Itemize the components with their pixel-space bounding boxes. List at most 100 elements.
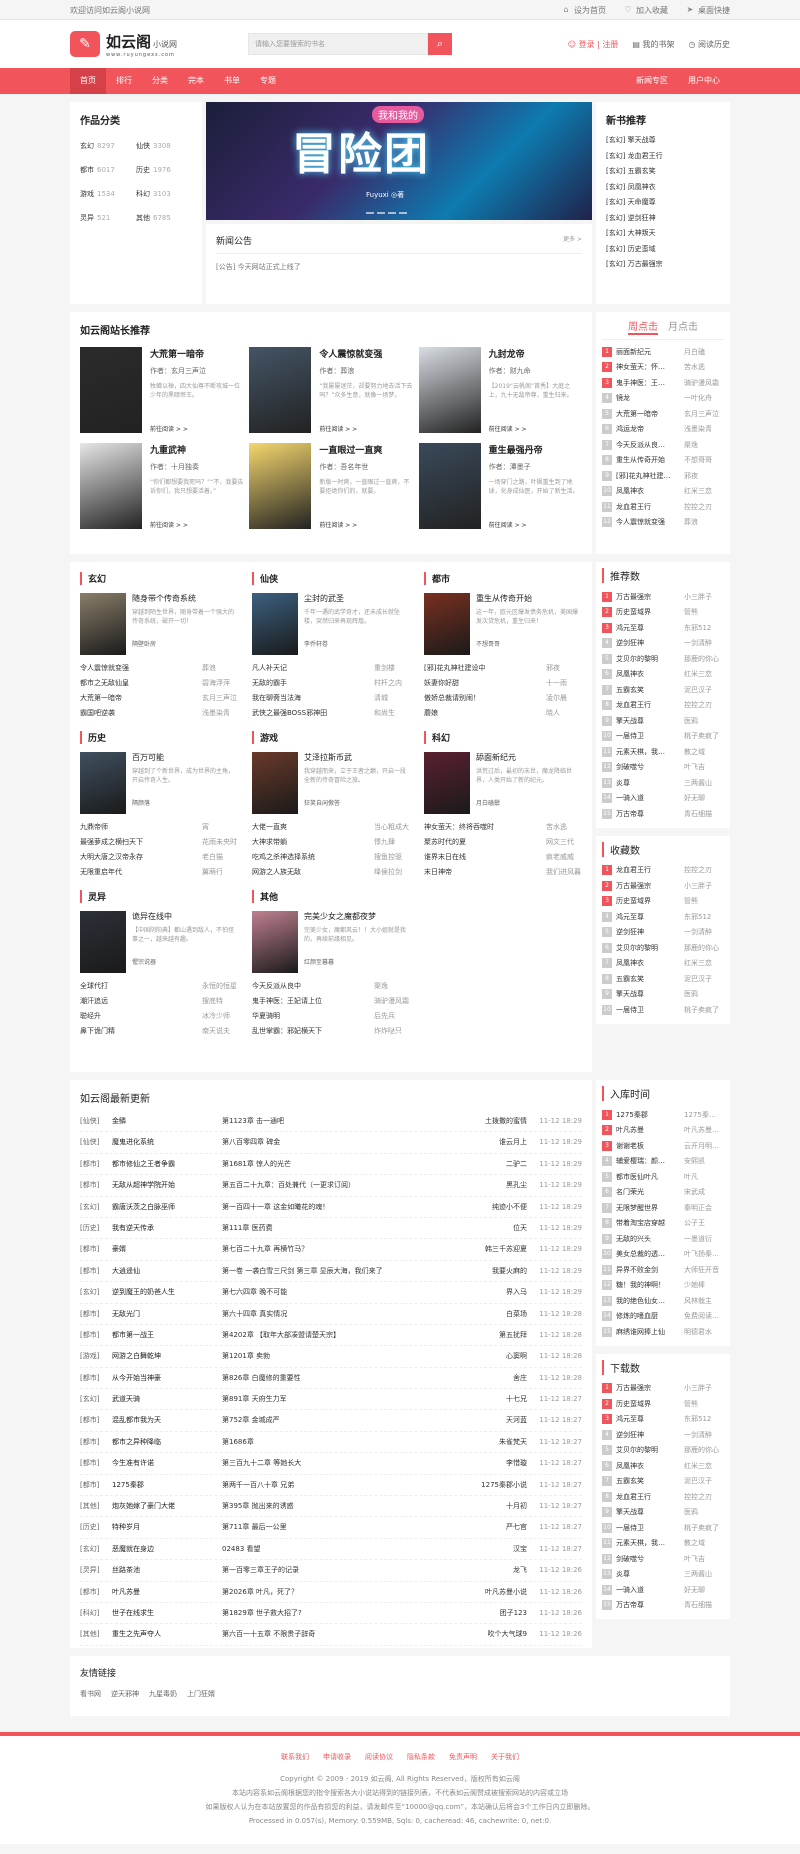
rank-book-name[interactable]: 万古最强宗 <box>616 1383 684 1393</box>
rank-item[interactable]: 11 元素天棋，我… 教之域 <box>602 1536 724 1552</box>
book-cover[interactable] <box>80 911 126 973</box>
list-book-name[interactable]: 无敌的霸手 <box>252 676 287 691</box>
update-book-name[interactable]: 魔鬼进化系统 <box>112 1132 222 1152</box>
list-item[interactable]: 大明大唐之汉帝永存 老白猫 <box>80 850 238 865</box>
update-book-name[interactable]: 混乱都市我为天 <box>112 1410 222 1430</box>
update-chapter[interactable]: 第六十四章 真实情况 <box>222 1304 457 1324</box>
recommend-book[interactable]: 九封龙帝 作者：财九命 【2019“云帆阁”首秀】大庭之上，九十无敌帝尊，重生归来。… <box>418 347 582 433</box>
featured-book-title[interactable]: 百万可能 <box>132 752 238 763</box>
favorite-link[interactable]: ♡ 加入收藏 <box>624 5 668 16</box>
rank-item[interactable]: 11 元素天棋，我… 教之域 <box>602 744 724 760</box>
update-chapter[interactable]: 第一卷 一袭白雪三尺剑 第三章 显辰大海，我们来了 <box>222 1261 457 1281</box>
category-item[interactable]: 灵异 521 <box>80 213 136 223</box>
rank-item[interactable]: 15 万古帝尊 青石细描 <box>602 1598 724 1614</box>
rank-book-name[interactable]: 凤凰神衣 <box>616 669 684 679</box>
new-book-item[interactable]: [玄幻] 逆剑狂神 <box>606 211 720 227</box>
news-more-link[interactable]: 更多 > <box>563 234 582 247</box>
rank-book-name[interactable]: 艾贝尔的黎明 <box>616 654 684 664</box>
nav-news[interactable]: 新闻专区 <box>626 68 678 94</box>
rank-book-name[interactable]: 龙血君王行 <box>616 700 684 710</box>
list-book-name[interactable]: 都市之无敌仙皇 <box>80 676 129 691</box>
book-title[interactable]: 九重武神 <box>150 443 243 456</box>
rank-item[interactable]: 1 万古最强宗 小三胖子 <box>602 1381 724 1397</box>
rank-book-name[interactable]: 剑破噬兮 <box>616 762 684 772</box>
rank-item[interactable]: 5 艾贝尔的黎明 那鹿的你心 <box>602 651 724 667</box>
read-link[interactable]: 前往阅读 > > <box>150 424 243 433</box>
book-cover[interactable] <box>80 752 126 814</box>
update-chapter[interactable]: 第七百二十九章 再横竹马？ <box>222 1239 457 1259</box>
list-book-name[interactable]: 霸国吧逆袭 <box>80 706 115 721</box>
rank-item[interactable]: 5 逆剑狂神 一剑清醉 <box>602 925 724 941</box>
rank-book-name[interactable]: 凤凰神衣 <box>616 486 684 496</box>
section-featured-book[interactable]: 重生从传奇开始 这一年，欧元区爆发债务危机，美国爆发次贷危机，重生归来！ 不想哥哥 <box>424 593 582 655</box>
list-item[interactable]: 聪经升 冰冷少师 <box>80 1009 238 1024</box>
rank-item[interactable]: 12 今人震惊就变强 葬浪 <box>602 515 724 531</box>
book-cover[interactable] <box>252 911 298 973</box>
featured-book-title[interactable]: 随身带个传奇系统 <box>132 593 238 604</box>
read-link[interactable]: 前往阅读 > > <box>150 520 243 529</box>
rank-item[interactable]: 4 逆剑狂神 一剑清醉 <box>602 1427 724 1443</box>
section-title[interactable]: 游戏 <box>252 731 410 744</box>
category-item[interactable]: 游戏 1534 <box>80 189 136 199</box>
section-title[interactable]: 都市 <box>424 572 582 585</box>
rank-item[interactable]: 4 辅爱樱瑞：颜… 安熙凯 <box>602 1154 724 1170</box>
list-item[interactable]: 霸国吧逆袭 浅墨染青 <box>80 706 238 721</box>
rank-item[interactable]: 11 异界不败金剑 大师狂开音 <box>602 1262 724 1278</box>
list-item[interactable]: 今天反派从良中 渠逸 <box>252 979 410 994</box>
rank-item[interactable]: 9 擎天战尊 医鸦 <box>602 987 724 1003</box>
rank-item[interactable]: 3 鬼手神医：王… 骑驴漫风霜 <box>602 375 724 391</box>
rank-book-name[interactable]: 擎天战尊 <box>616 1507 684 1517</box>
rank-item[interactable]: 2 历史蛮域界 管熊 <box>602 1396 724 1412</box>
list-book-name[interactable]: 乱世掌霸：邪妃横天下 <box>252 1024 322 1039</box>
nav-topics[interactable]: 专题 <box>250 68 286 94</box>
read-link[interactable]: 前往阅读 > > <box>489 424 582 433</box>
rank-book-name[interactable]: 一骑入道 <box>616 1585 684 1595</box>
search-button[interactable]: ⌕ <box>428 33 452 55</box>
rank-item[interactable]: 6 鸿运龙帝 浅墨染青 <box>602 422 724 438</box>
section-title[interactable]: 历史 <box>80 731 238 744</box>
rank-item[interactable]: 6 名门荣光 宋武成 <box>602 1185 724 1201</box>
rank-book-name[interactable]: 鸿元至尊 <box>616 912 684 922</box>
rank-item[interactable]: 9 擎天战尊 医鸦 <box>602 1505 724 1521</box>
list-book-name[interactable]: 网游之人族无敌 <box>252 865 301 880</box>
footer-link[interactable]: 联系我们 <box>281 1752 309 1762</box>
rank-book-name[interactable]: 龙血君王行 <box>616 1492 684 1502</box>
list-book-name[interactable]: 无限重启年代 <box>80 865 122 880</box>
list-book-name[interactable]: 九鼎帝师 <box>80 820 108 835</box>
rank-book-name[interactable]: 1275秦郡 <box>616 1110 684 1120</box>
featured-book-title[interactable]: 重生从传奇开始 <box>476 593 582 604</box>
list-item[interactable]: 鬼手神医：王妃请上位 骑驴漫风霜 <box>252 994 410 1009</box>
rank-book-name[interactable]: 鬼手神医：王… <box>616 378 684 388</box>
list-item[interactable]: 武侠之最强BOSS邪神田 和尚生 <box>252 706 410 721</box>
rank-book-name[interactable]: 无敌的兴头 <box>616 1234 684 1244</box>
nav-rank[interactable]: 排行 <box>106 68 142 94</box>
rank-item[interactable]: 10 美女总裁的透… 叶飞扬秦… <box>602 1247 724 1263</box>
rank-item[interactable]: 8 重生从传奇开始 不想哥哥 <box>602 453 724 469</box>
book-cover[interactable] <box>252 593 298 655</box>
book-cover[interactable] <box>424 752 470 814</box>
rank-item[interactable]: 15 万古帝尊 青石细描 <box>602 806 724 822</box>
rank-item[interactable]: 3 谢谢老板 云开月明… <box>602 1138 724 1154</box>
section-featured-book[interactable]: 诡异在线中 【中国阴阳典】都山遇到敌人，不怕怪事之一，越来越有趣。 惺宗说器 <box>80 911 238 973</box>
rank-item[interactable]: 12 剑破噬兮 叶飞吉 <box>602 1551 724 1567</box>
category-item[interactable]: 历史 1976 <box>136 165 192 175</box>
footer-link[interactable]: 免责声明 <box>449 1752 477 1762</box>
rank-item[interactable]: 3 鸿元至尊 东邪512 <box>602 620 724 636</box>
list-book-name[interactable]: 大佬一直爽 <box>252 820 287 835</box>
rank-item[interactable]: 2 万古最强宗 小三胖子 <box>602 878 724 894</box>
section-featured-book[interactable]: 艾泽拉斯币武 我穿越而来，立于王者之巅，开启一段全新的传奇冒险之旅。 狂笑自闲傲答 <box>252 752 410 814</box>
nav-finished[interactable]: 完本 <box>178 68 214 94</box>
update-book-name[interactable]: 豪婿 <box>112 1239 222 1259</box>
rank-item[interactable]: 13 炎尊 三两酱山 <box>602 775 724 791</box>
list-book-name[interactable]: 武侠之最强BOSS邪神田 <box>252 706 327 721</box>
footer-link[interactable]: 阅读协议 <box>365 1752 393 1762</box>
rank-item[interactable]: 3 历史蛮域界 管熊 <box>602 894 724 910</box>
rank-book-name[interactable]: 辅爱樱瑞：颜… <box>616 1156 684 1166</box>
category-item[interactable]: 科幻 3103 <box>136 189 192 199</box>
list-book-name[interactable]: 傲娇总裁请别闹！ <box>424 691 480 706</box>
rank-book-name[interactable]: 一届侍卫 <box>616 1523 684 1533</box>
friend-link[interactable]: 看书网 <box>80 1689 101 1699</box>
section-title[interactable]: 科幻 <box>424 731 582 744</box>
section-featured-book[interactable]: 百万可能 穿越到了个新世界，成为世界的主角，开启传奇人生。 隔颜落 <box>80 752 238 814</box>
list-book-name[interactable]: 全球代打 <box>80 979 108 994</box>
